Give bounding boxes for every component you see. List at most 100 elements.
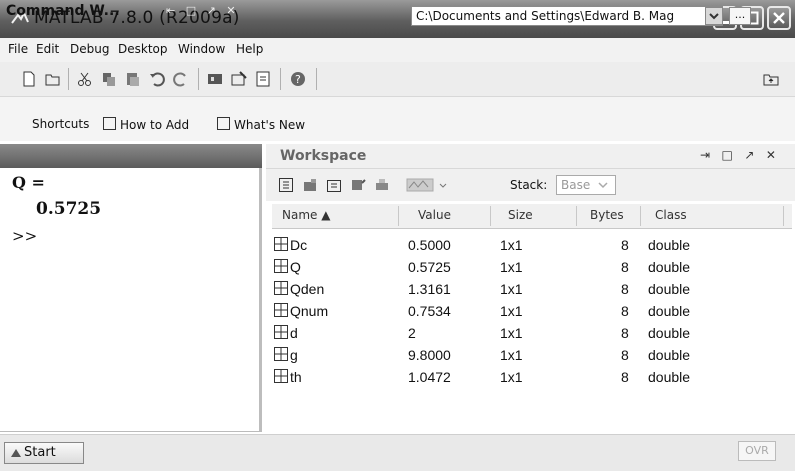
print-icon[interactable] [374,177,390,193]
table-row[interactable]: g 9.8000 1x1 8 double [272,344,792,366]
command-output-line: Q = [12,173,45,192]
variable-value: 2 [408,325,416,341]
command-window-controls[interactable]: ⇤ □ ↗ ✕ [166,4,236,17]
maximize-icon[interactable]: □ [186,4,196,17]
float-icon[interactable]: ↗ [744,148,754,162]
plot-selection-icon[interactable] [406,177,434,193]
menu-bar: File Edit Debug Desktop Window Help [0,38,795,62]
maximize-icon[interactable]: □ [722,148,733,162]
column-header-size[interactable]: Size [508,208,533,222]
profiler-icon[interactable] [254,70,272,88]
current-directory-field[interactable]: C:\Documents and Settings\Edward B. Mag [411,6,723,26]
variable-class: double [648,347,691,363]
variable-bytes: 8 [621,259,629,275]
variable-size: 1x1 [500,347,523,363]
close-icon[interactable]: ✕ [766,148,776,162]
variable-icon [274,369,288,383]
table-row[interactable]: th 1.0472 1x1 8 double [272,366,792,388]
variable-size: 1x1 [500,303,523,319]
command-window-title: Command W... [6,3,120,19]
column-header-value[interactable]: Value [418,208,451,222]
workspace-title: Workspace [280,148,367,164]
menu-file[interactable]: File [8,42,28,56]
command-output-value: 0.5725 [36,199,102,219]
variable-name: Q [290,259,301,275]
close-icon [773,12,785,24]
new-variable-icon[interactable] [278,177,294,193]
up-folder-icon[interactable] [762,70,780,88]
copy-icon[interactable] [100,70,118,88]
whats-new-link[interactable]: What's New [217,117,305,132]
variable-class: double [648,325,691,341]
directory-dropdown-button[interactable] [705,7,723,25]
variable-name: Dc [290,237,308,253]
open-selection-icon[interactable] [302,177,318,193]
command-window-header [0,144,262,168]
import-data-icon[interactable] [326,177,342,193]
variable-size: 1x1 [500,259,523,275]
column-header-name[interactable]: Name ▲ [282,208,330,222]
how-to-add-link[interactable]: How to Add [103,117,189,132]
matlab-start-icon [11,449,21,457]
column-header-class[interactable]: Class [655,208,687,222]
table-row[interactable]: Qnum 0.7534 1x1 8 double [272,300,792,322]
start-label: Start [24,445,56,460]
variable-size: 1x1 [500,369,523,385]
float-icon[interactable]: ↗ [207,4,216,17]
variable-bytes: 8 [621,303,629,319]
variable-value: 1.3161 [408,281,451,297]
table-row[interactable]: d 2 1x1 8 double [272,322,792,344]
new-file-icon[interactable] [20,70,38,88]
chevron-down-icon[interactable] [438,177,448,193]
variable-name: th [290,369,302,385]
how-to-add-label: How to Add [120,118,190,132]
table-row[interactable]: Q 0.5725 1x1 8 double [272,256,792,278]
variable-class: double [648,237,691,253]
save-workspace-icon[interactable] [350,177,366,193]
variable-bytes: 8 [621,325,629,341]
menu-window[interactable]: Window [178,42,225,56]
simulink-icon[interactable] [206,70,224,88]
variable-size: 1x1 [500,237,523,253]
close-icon[interactable]: ✕ [226,4,235,17]
dock-icon[interactable]: ⇥ [700,148,710,162]
variable-value: 0.5000 [408,237,451,253]
menu-edit[interactable]: Edit [36,42,59,56]
column-divider[interactable] [640,206,641,226]
menu-help[interactable]: Help [236,42,263,56]
table-row[interactable]: Dc 0.5000 1x1 8 double [272,234,792,256]
variable-icon [274,325,288,339]
table-row[interactable]: Qden 1.3161 1x1 8 double [272,278,792,300]
variable-icon [274,347,288,361]
menu-desktop[interactable]: Desktop [118,42,168,56]
browse-folder-button[interactable]: ... [729,7,751,25]
column-divider[interactable] [783,206,784,226]
column-divider[interactable] [490,206,491,226]
toolbar-separator [316,68,317,90]
variable-value: 0.5725 [408,259,451,275]
stack-select[interactable]: Base [556,175,616,195]
variable-icon [274,237,288,251]
stack-label: Stack: [510,178,548,192]
help-icon[interactable]: ? [289,70,307,88]
variable-value: 0.7534 [408,303,451,319]
open-folder-icon[interactable] [44,70,62,88]
paste-icon[interactable] [124,70,142,88]
undock-icon[interactable]: ⇤ [166,4,175,17]
variable-class: double [648,369,691,385]
column-divider[interactable] [576,206,577,226]
undo-icon[interactable] [148,70,166,88]
column-divider[interactable] [398,206,399,226]
command-prompt[interactable]: >> [12,227,37,245]
variable-name: g [290,347,298,363]
redo-icon[interactable] [172,70,190,88]
workspace-controls[interactable]: ⇥ □ ↗ ✕ [700,148,776,162]
cut-icon[interactable] [76,70,94,88]
toolbar-separator [280,68,281,90]
guide-icon[interactable] [230,70,248,88]
close-button[interactable] [767,6,791,30]
menu-debug[interactable]: Debug [70,42,109,56]
shortcuts-label[interactable]: Shortcuts [32,117,89,131]
variable-bytes: 8 [621,281,629,297]
column-header-bytes[interactable]: Bytes [590,208,624,222]
